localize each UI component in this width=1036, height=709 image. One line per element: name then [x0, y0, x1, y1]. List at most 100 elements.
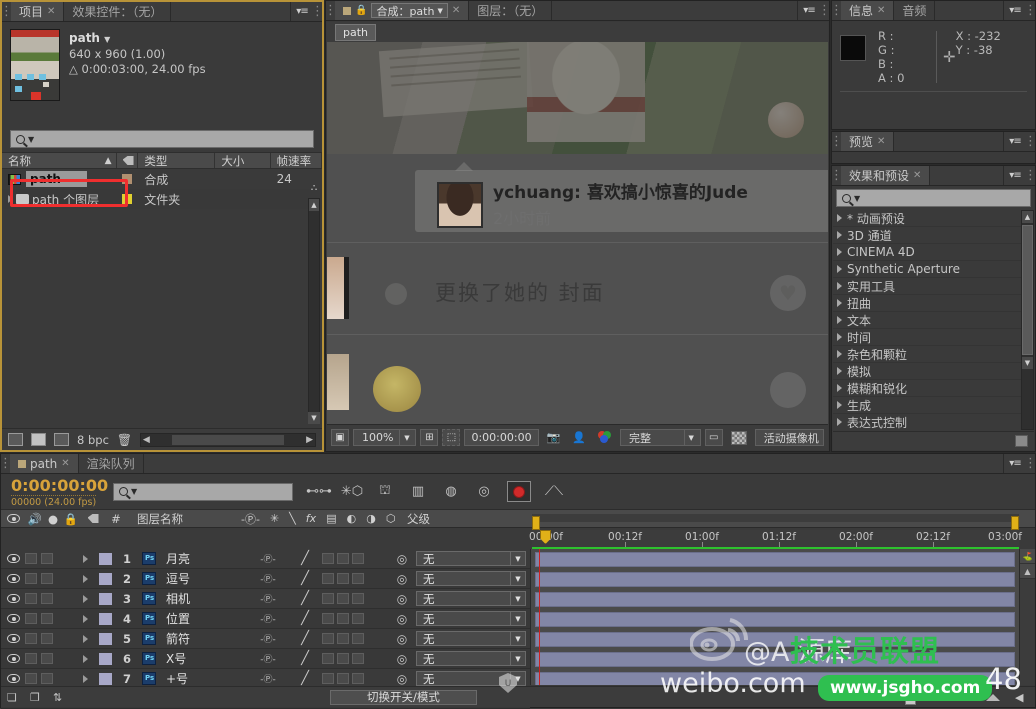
list-item[interactable]: 实用工具: [833, 278, 1021, 295]
panel-grip-icon[interactable]: [832, 166, 841, 185]
layer-switch-boxes[interactable]: [322, 633, 388, 644]
layer-label-color[interactable]: [94, 573, 116, 585]
comp-marker-icon[interactable]: ⛳: [1020, 549, 1035, 564]
tab-timeline-comp[interactable]: path ✕: [10, 454, 79, 473]
disclosure-triangle-icon[interactable]: [837, 265, 842, 273]
parent-pickwhip-icon[interactable]: ◎: [388, 552, 416, 566]
layer-toggles[interactable]: [25, 673, 77, 684]
layer-visibility-toggle[interactable]: [1, 594, 25, 603]
scroll-down-icon[interactable]: ▼: [1022, 357, 1033, 369]
column-header-size[interactable]: 大小: [215, 153, 270, 168]
layer-name[interactable]: X号: [160, 650, 248, 667]
timeline-vertical-scrollbar[interactable]: ⛳ ▲: [1019, 549, 1035, 685]
disclosure-triangle-icon[interactable]: [837, 316, 842, 324]
disclosure-triangle-icon[interactable]: [83, 675, 88, 683]
region-preview-icon[interactable]: ▭: [705, 429, 723, 446]
panel-grip-icon[interactable]: [1, 454, 10, 473]
panel-grip-icon[interactable]: [832, 1, 841, 20]
chevron-down-icon[interactable]: ▼: [510, 592, 525, 605]
layer-visibility-toggle[interactable]: [1, 574, 25, 583]
comp-name-chip[interactable]: 合成：path ▼: [371, 3, 447, 18]
parent-select[interactable]: 无▼: [416, 651, 526, 666]
scroll-left-icon[interactable]: ◀: [1015, 691, 1029, 704]
layer-label-color[interactable]: [94, 633, 116, 645]
layer-anchor-switch[interactable]: -Ⓟ-: [248, 572, 288, 585]
layer-switch-boxes[interactable]: [322, 673, 388, 684]
chevron-down-icon[interactable]: ▼: [510, 552, 525, 565]
layer-label-color[interactable]: [94, 653, 116, 665]
chevron-down-icon[interactable]: ▼: [510, 572, 525, 585]
tab-info[interactable]: 信息 ✕: [841, 1, 894, 20]
layer-name[interactable]: 相机: [160, 590, 248, 607]
work-area-start-handle[interactable]: [532, 516, 540, 530]
disclosure-triangle-icon[interactable]: [837, 248, 842, 256]
disclosure-triangle-icon[interactable]: [83, 575, 88, 583]
layer-disclosure[interactable]: [77, 555, 94, 563]
new-folder-icon[interactable]: [31, 433, 46, 446]
layer-anchor-switch[interactable]: -Ⓟ-: [248, 672, 288, 685]
chevron-down-icon[interactable]: ▼: [437, 7, 442, 15]
chevron-down-icon[interactable]: ▼: [28, 135, 34, 144]
effects-vertical-scrollbar[interactable]: ▲ ▼: [1021, 210, 1034, 430]
list-item[interactable]: 模拟: [833, 363, 1021, 380]
column-header-tag[interactable]: [117, 153, 139, 168]
panel-end-grip-icon[interactable]: [313, 2, 322, 21]
layer-duration-bar[interactable]: [535, 652, 1015, 667]
draft-3d-icon[interactable]: ✳⬡: [342, 483, 362, 501]
column-header-lock[interactable]: 🔒: [61, 510, 81, 527]
scroll-up-icon[interactable]: ▲: [309, 199, 319, 211]
panel-end-grip-icon[interactable]: [1026, 454, 1035, 473]
layer-disclosure[interactable]: [77, 675, 94, 683]
zoom-slider[interactable]: [908, 696, 980, 699]
close-icon[interactable]: ✕: [877, 136, 885, 147]
layer-toggles[interactable]: [25, 593, 77, 604]
scroll-right-icon[interactable]: ▶: [306, 435, 313, 445]
layer-toggles[interactable]: [25, 573, 77, 584]
delete-icon[interactable]: 🗑: [117, 433, 132, 446]
column-header-audio[interactable]: 🔊: [25, 510, 45, 527]
layer-quality-switch[interactable]: ╱: [288, 551, 322, 566]
camera-view-select[interactable]: 活动摄像机: [755, 429, 824, 446]
chevron-down-icon[interactable]: ▼: [684, 430, 698, 445]
layer-quality-switch[interactable]: ╱: [288, 571, 322, 586]
panel-end-grip-icon[interactable]: [1026, 166, 1035, 185]
enable-frame-blending-icon[interactable]: ▥: [408, 483, 428, 501]
disclosure-triangle-icon[interactable]: [837, 384, 842, 392]
panel-grip-icon[interactable]: [326, 1, 335, 20]
panel-end-grip-icon[interactable]: [1026, 132, 1035, 151]
layer-label-color[interactable]: [94, 673, 116, 685]
scroll-up-icon[interactable]: ▲: [1020, 564, 1035, 579]
layer-label-color[interactable]: [94, 613, 116, 625]
layer-disclosure[interactable]: [77, 595, 94, 603]
panel-end-grip-icon[interactable]: [820, 1, 829, 20]
chevron-down-icon[interactable]: ▼: [510, 612, 525, 625]
parent-select[interactable]: 无▼: [416, 631, 526, 646]
close-icon[interactable]: ✕: [913, 170, 921, 181]
breadcrumb-item[interactable]: path: [335, 24, 376, 41]
motion-blur-footer-icon[interactable]: ❐: [30, 691, 44, 704]
layer-switch-boxes[interactable]: [322, 573, 388, 584]
disclosure-triangle-icon[interactable]: [83, 595, 88, 603]
close-icon[interactable]: ✕: [61, 458, 69, 469]
list-item[interactable]: Synthetic Aperture: [833, 261, 1021, 278]
layer-anchor-switch[interactable]: -Ⓟ-: [248, 552, 288, 565]
table-row[interactable]: 5 箭符 -Ⓟ- ╱ ◎ 无▼: [1, 629, 530, 649]
column-header-name[interactable]: 名称 ▲: [2, 153, 117, 168]
scroll-down-icon[interactable]: ▼: [308, 412, 320, 424]
disclosure-triangle-icon[interactable]: [83, 635, 88, 643]
scrollbar-thumb[interactable]: [1022, 225, 1033, 355]
choose-grid-guides-icon[interactable]: ⊞: [420, 429, 438, 446]
transparency-checker-icon[interactable]: [727, 429, 751, 446]
comp-time-field[interactable]: 0:00:00:00: [464, 429, 538, 446]
layer-disclosure[interactable]: [77, 575, 94, 583]
layer-duration-bar[interactable]: [535, 592, 1015, 607]
list-item[interactable]: * 动画预设: [833, 210, 1021, 227]
column-header-parent[interactable]: 父级: [397, 510, 517, 527]
layer-name[interactable]: 位置: [160, 610, 248, 627]
layer-quality-switch[interactable]: ╱: [288, 631, 322, 646]
layer-visibility-toggle[interactable]: [1, 554, 25, 563]
timeline-track-area[interactable]: ⛳ ▲: [531, 549, 1035, 685]
parent-pickwhip-icon[interactable]: ◎: [388, 612, 416, 626]
tab-preview[interactable]: 预览 ✕: [841, 132, 894, 151]
layer-duration-bar[interactable]: [535, 572, 1015, 587]
